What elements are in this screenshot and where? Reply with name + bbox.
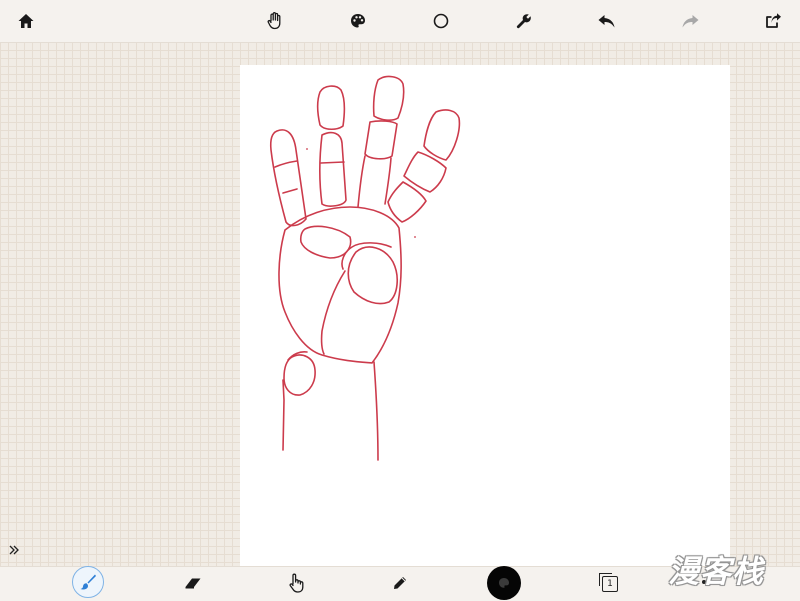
selected-tool-indicator [72,566,104,598]
layer-count: 1 [607,579,613,589]
wrench-icon [516,14,531,29]
redo-icon [682,15,699,28]
eraser-icon [185,578,201,589]
settings-button[interactable] [508,5,540,37]
more-options-button[interactable] [702,580,718,584]
eraser-tool-button[interactable] [176,568,210,598]
home-button[interactable] [10,5,42,37]
home-icon [18,14,34,28]
top-toolbar [0,0,800,43]
finger-icon [289,573,304,593]
pan-tool-button[interactable] [259,5,291,37]
hand-icon [267,12,281,30]
brush-icon [80,574,96,590]
layers-button[interactable]: 1 [599,573,618,592]
brush-tool-button[interactable] [71,566,105,598]
expand-panel-button[interactable] [6,542,22,558]
hand-sketch [269,75,461,461]
double-chevron-right-icon [9,545,19,555]
shape-tool-button[interactable] [425,5,457,37]
undo-icon [598,15,615,28]
pencil-tool-button[interactable] [383,568,417,598]
palette-icon [351,14,365,28]
color-swatch-icon [499,578,509,588]
share-button[interactable] [757,5,789,37]
share-icon [766,13,781,28]
redo-button[interactable] [674,5,706,37]
palette-button[interactable] [342,5,374,37]
color-picker-button[interactable] [487,566,521,600]
pencil-icon [394,577,406,589]
undo-button[interactable] [591,5,623,37]
circle-icon [433,13,449,29]
more-icon [702,580,706,584]
drawing-canvas[interactable] [240,65,730,566]
smudge-tool-button[interactable] [279,568,313,598]
